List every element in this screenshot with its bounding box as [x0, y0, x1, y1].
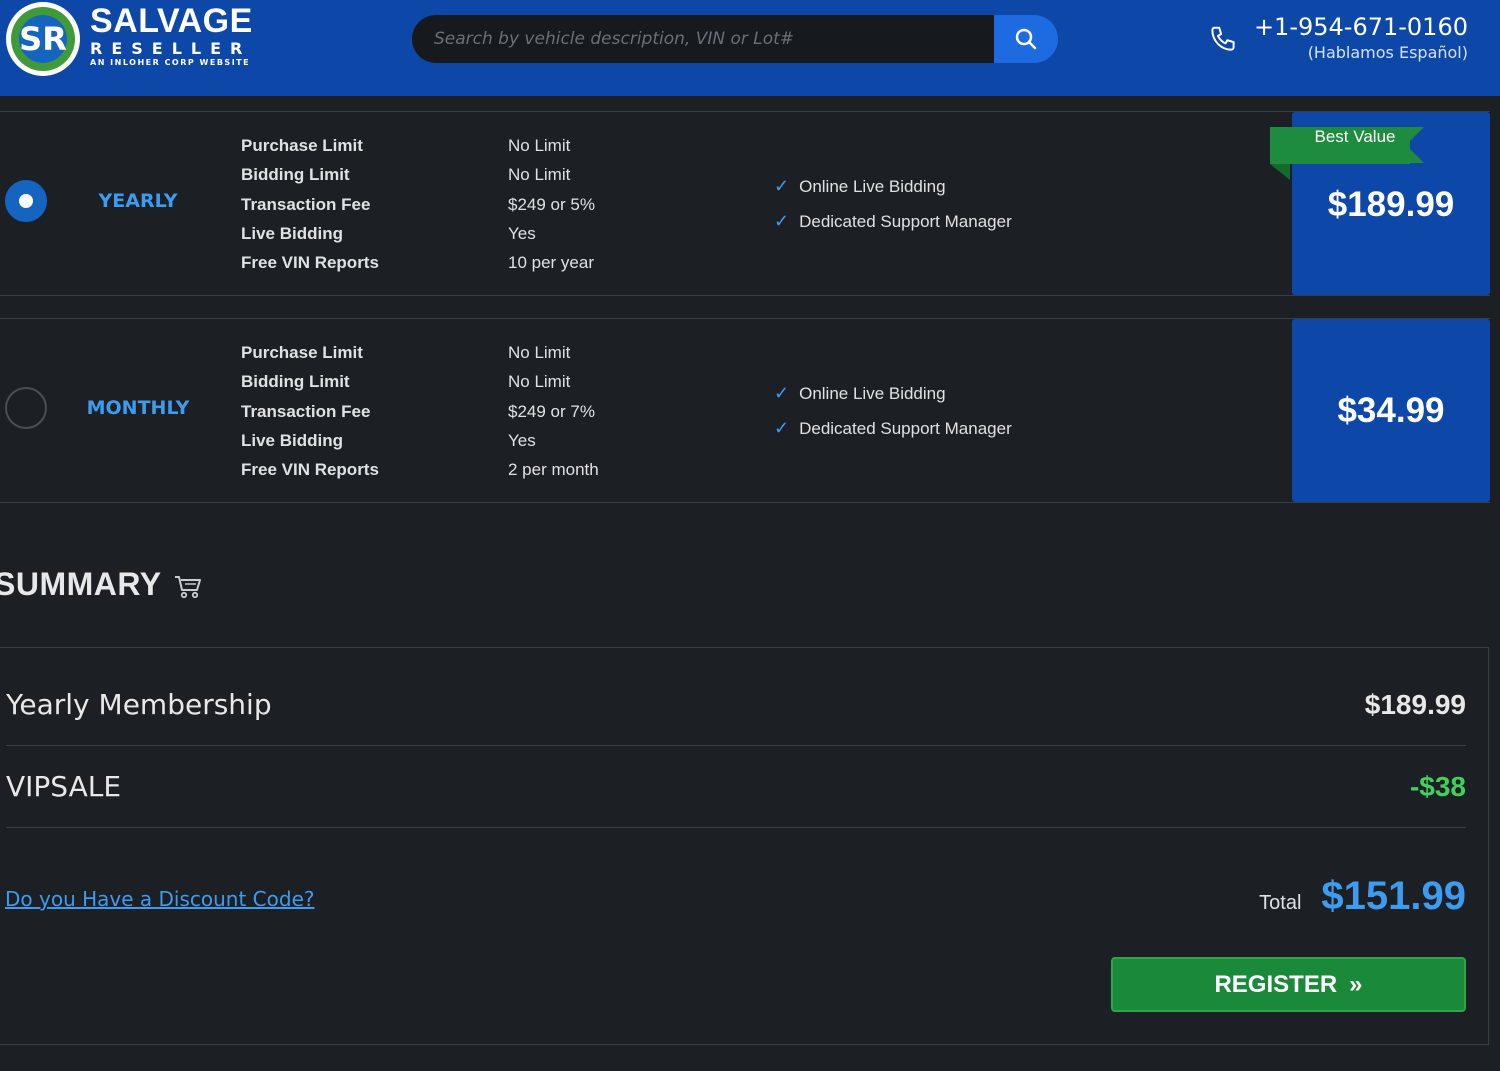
- logo-initials: SR: [19, 15, 67, 63]
- line-item-name: VIPSALE: [6, 770, 122, 803]
- site-logo[interactable]: SR SALVAGE RESELLER AN INLOHER CORP WEBS…: [6, 2, 253, 76]
- plan-name: YEARLY: [98, 190, 178, 212]
- double-chevron-right-icon: »: [1349, 970, 1363, 998]
- site-header: SR SALVAGE RESELLER AN INLOHER CORP WEBS…: [0, 0, 1500, 96]
- summary-line-item: Yearly Membership $189.99: [6, 664, 1466, 746]
- feature-label: Live Bidding: [241, 223, 343, 243]
- plan-price: $34.99: [1337, 390, 1445, 430]
- feature-value: $249 or 5%: [508, 194, 595, 214]
- logo-subtitle: RESELLER: [90, 39, 252, 58]
- feature-label: Transaction Fee: [241, 401, 371, 421]
- perk-label: Dedicated Support Manager: [799, 419, 1012, 438]
- order-total: Total $151.99: [1259, 874, 1466, 919]
- feature-value: 10 per year: [508, 253, 594, 273]
- perk-item: ✓ Dedicated Support Manager: [774, 204, 1012, 239]
- feature-label: Purchase Limit: [241, 343, 363, 362]
- feature-value: No Limit: [508, 136, 571, 155]
- total-value: $151.99: [1321, 874, 1466, 918]
- perk-item: ✓ Dedicated Support Manager: [774, 411, 1012, 446]
- perk-label: Online Live Bidding: [799, 177, 946, 196]
- search-icon: [1015, 28, 1037, 50]
- logo-title: SALVAGE: [90, 2, 253, 40]
- perk-list: ✓ Online Live Bidding ✓ Dedicated Suppor…: [774, 376, 1012, 446]
- perk-list: ✓ Online Live Bidding ✓ Dedicated Suppor…: [774, 169, 1012, 239]
- perk-item: ✓ Online Live Bidding: [774, 169, 1012, 204]
- perk-item: ✓ Online Live Bidding: [774, 376, 1012, 411]
- plan-yearly-radio[interactable]: [5, 180, 47, 222]
- line-item-name: Yearly Membership: [6, 688, 272, 721]
- discount-code-link[interactable]: Do you Have a Discount Code?: [5, 887, 314, 911]
- feature-values: No Limit No Limit $249 or 5% Yes 10 per …: [508, 131, 595, 277]
- register-button[interactable]: REGISTER »: [1111, 957, 1466, 1012]
- feature-value: 2 per month: [508, 460, 599, 480]
- plan-price: $189.99: [1327, 184, 1455, 224]
- summary-title: SUMMARY: [0, 566, 162, 602]
- feature-labels: Purchase Limit Bidding Limit Transaction…: [241, 131, 379, 277]
- check-icon: ✓: [774, 383, 790, 403]
- plan-yearly[interactable]: YEARLY Purchase Limit Bidding Limit Tran…: [0, 111, 1490, 296]
- check-icon: ✓: [774, 211, 790, 231]
- feature-value: $249 or 7%: [508, 401, 595, 421]
- line-item-discount: -$38: [1409, 770, 1466, 802]
- phone-language-note: (Hablamos Español): [1307, 43, 1468, 62]
- feature-value: No Limit: [508, 372, 571, 392]
- phone-icon: [1211, 26, 1235, 51]
- feature-value: No Limit: [508, 343, 571, 362]
- plan-price-box[interactable]: $34.99: [1292, 319, 1490, 502]
- cart-icon: [174, 575, 201, 598]
- search-button[interactable]: [994, 15, 1058, 63]
- phone-contact[interactable]: +1-954-671-0160 (Hablamos Español): [1211, 12, 1468, 64]
- total-label: Total: [1259, 892, 1302, 914]
- feature-labels: Purchase Limit Bidding Limit Transaction…: [241, 338, 379, 484]
- feature-label: Bidding Limit: [241, 372, 350, 392]
- logo-emblem: SR: [6, 2, 80, 76]
- plan-name: MONTHLY: [86, 397, 190, 419]
- feature-label: Free VIN Reports: [241, 460, 379, 480]
- best-value-ribbon: Best Value: [1270, 127, 1440, 180]
- feature-label: Live Bidding: [241, 430, 343, 450]
- feature-value: No Limit: [508, 165, 571, 185]
- check-icon: ✓: [774, 176, 790, 196]
- line-item-price: $189.99: [1364, 688, 1466, 720]
- feature-values: No Limit No Limit $249 or 7% Yes 2 per m…: [508, 338, 599, 484]
- summary-line-item: VIPSALE -$38: [6, 746, 1466, 828]
- ribbon-label: Best Value: [1314, 127, 1396, 146]
- search-input[interactable]: [412, 15, 994, 63]
- feature-value: Yes: [508, 223, 536, 243]
- logo-tagline: AN INLOHER CORP WEBSITE: [90, 58, 251, 67]
- feature-label: Purchase Limit: [241, 136, 363, 155]
- plan-monthly-radio[interactable]: [5, 387, 47, 429]
- check-icon: ✓: [774, 418, 790, 438]
- register-label: REGISTER: [1214, 970, 1338, 998]
- feature-label: Transaction Fee: [241, 194, 371, 214]
- search-bar: [412, 15, 1058, 63]
- perk-label: Online Live Bidding: [799, 384, 946, 403]
- feature-label: Bidding Limit: [241, 165, 350, 185]
- phone-number[interactable]: +1-954-671-0160: [1254, 12, 1468, 42]
- feature-value: Yes: [508, 430, 536, 450]
- feature-label: Free VIN Reports: [241, 253, 379, 273]
- perk-label: Dedicated Support Manager: [799, 212, 1012, 231]
- summary-heading: SUMMARY: [0, 566, 202, 603]
- plan-monthly[interactable]: MONTHLY Purchase Limit Bidding Limit Tra…: [0, 318, 1490, 503]
